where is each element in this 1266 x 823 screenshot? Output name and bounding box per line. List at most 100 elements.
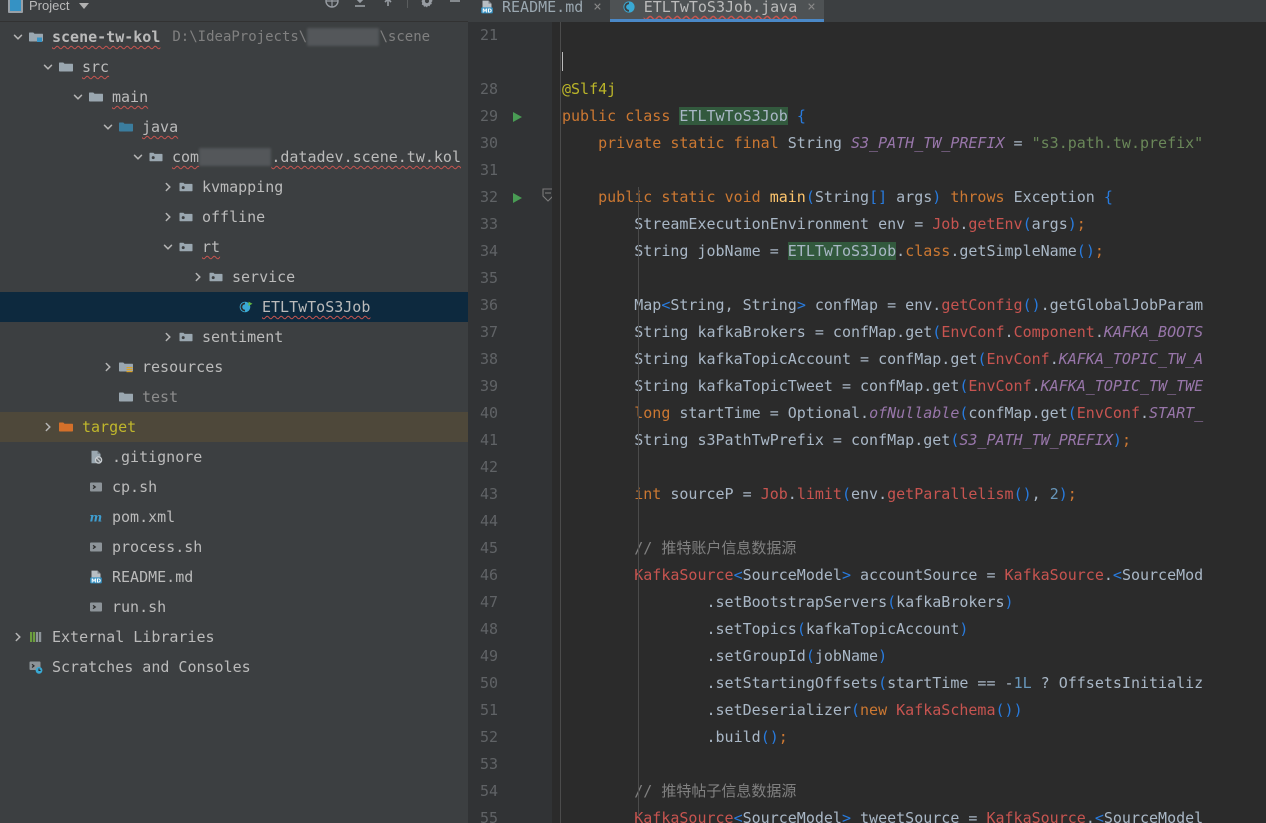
- gutter-line[interactable]: 45: [468, 535, 552, 562]
- gutter-line[interactable]: 31: [468, 157, 552, 184]
- gutter-line[interactable]: 55: [468, 805, 552, 823]
- gutter-line[interactable]: 28: [468, 76, 552, 103]
- gutter-line[interactable]: 39: [468, 373, 552, 400]
- tree-node-target[interactable]: target: [0, 412, 468, 442]
- tree-node-pom-xml[interactable]: m pom.xml: [0, 502, 468, 532]
- tree-node-rt[interactable]: rt: [0, 232, 468, 262]
- code-line[interactable]: [562, 22, 1266, 49]
- gutter-line[interactable]: 41: [468, 427, 552, 454]
- tree-node-gitignore[interactable]: .gitignore: [0, 442, 468, 472]
- tree-node-run-sh[interactable]: run.sh: [0, 592, 468, 622]
- tree-node-etltwtos3job[interactable]: ETLTwToS3Job: [0, 292, 468, 322]
- chevron-down-icon[interactable]: [100, 119, 116, 135]
- code-line[interactable]: public static void main(String[] args) t…: [562, 184, 1266, 211]
- gutter-line[interactable]: 52: [468, 724, 552, 751]
- code-line[interactable]: // 推特账户信息数据源: [562, 535, 1266, 562]
- code-line[interactable]: // 推特帖子信息数据源: [562, 778, 1266, 805]
- tree-node-scratches-and-consoles[interactable]: Scratches and Consoles: [0, 652, 468, 682]
- gutter-line[interactable]: 46: [468, 562, 552, 589]
- close-icon[interactable]: ×: [593, 0, 601, 15]
- chevron-down-icon[interactable]: [79, 2, 90, 9]
- gutter-line[interactable]: 44: [468, 508, 552, 535]
- editor-tab-bar[interactable]: MD README.md × ETLTwToS3Job.java ×: [468, 0, 1266, 22]
- tree-node-com[interactable]: com .datadev.scene.tw.kol: [0, 142, 468, 172]
- code-line[interactable]: KafkaSource<SourceModel> accountSource =…: [562, 562, 1266, 589]
- chevron-right-icon[interactable]: [190, 269, 206, 285]
- chevron-right-icon[interactable]: [10, 629, 26, 645]
- code-line[interactable]: @Slf4j: [562, 76, 1266, 103]
- chevron-down-icon[interactable]: [130, 149, 146, 165]
- gutter-line[interactable]: 51: [468, 697, 552, 724]
- editor-gutter[interactable]: 21 28 29 30 31 32 33 34 35 36 37 38 39 40 41 42 43 44 45 46…: [468, 22, 554, 823]
- code-line[interactable]: long startTime = Optional.ofNullable(con…: [562, 400, 1266, 427]
- run-gutter-icon[interactable]: [510, 110, 524, 128]
- hide-tool-window-icon[interactable]: [446, 0, 464, 10]
- gutter-line[interactable]: 50: [468, 670, 552, 697]
- gutter-line[interactable]: [468, 49, 552, 76]
- chevron-right-icon[interactable]: [100, 359, 116, 375]
- tree-node-sentiment[interactable]: sentiment: [0, 322, 468, 352]
- tree-node-readme-md[interactable]: MD README.md: [0, 562, 468, 592]
- gutter-line[interactable]: 49: [468, 643, 552, 670]
- code-line[interactable]: public class ETLTwToS3Job {: [562, 103, 1266, 130]
- code-line[interactable]: .setBootstrapServers(kafkaBrokers): [562, 589, 1266, 616]
- run-gutter-icon[interactable]: [510, 191, 524, 209]
- tree-node-service[interactable]: service: [0, 262, 468, 292]
- gutter-line[interactable]: 33: [468, 211, 552, 238]
- gutter-line[interactable]: 30: [468, 130, 552, 157]
- gutter-line[interactable]: 43: [468, 481, 552, 508]
- code-line[interactable]: int sourceP = Job.limit(env.getParalleli…: [562, 481, 1266, 508]
- tree-node-cp-sh[interactable]: cp.sh: [0, 472, 468, 502]
- code-line[interactable]: KafkaSource<SourceModel> tweetSource = K…: [562, 805, 1266, 823]
- gutter-line[interactable]: 32: [468, 184, 554, 211]
- chevron-right-icon[interactable]: [40, 419, 56, 435]
- tree-node-external-libraries[interactable]: External Libraries: [0, 622, 468, 652]
- code-line[interactable]: String jobName = ETLTwToS3Job.class.getS…: [562, 238, 1266, 265]
- tree-node-main[interactable]: main: [0, 82, 468, 112]
- code-line[interactable]: [562, 508, 1266, 535]
- editor-text[interactable]: @Slf4j public class ETLTwToS3Job { privat…: [552, 22, 1266, 823]
- gutter-line[interactable]: 29: [468, 103, 552, 130]
- chevron-down-icon[interactable]: [10, 29, 26, 45]
- code-line[interactable]: StreamExecutionEnvironment env = Job.get…: [562, 211, 1266, 238]
- gutter-line[interactable]: 34: [468, 238, 552, 265]
- gutter-line[interactable]: 36: [468, 292, 552, 319]
- project-view-selector[interactable]: Project: [0, 0, 90, 13]
- gutter-line[interactable]: 35: [468, 265, 552, 292]
- chevron-right-icon[interactable]: [160, 329, 176, 345]
- gutter-line[interactable]: 47: [468, 589, 552, 616]
- code-line[interactable]: Map<String, String> confMap = env.getCon…: [562, 292, 1266, 319]
- gutter-line[interactable]: 42: [468, 454, 552, 481]
- gutter-line[interactable]: 38: [468, 346, 552, 373]
- editor-tab-readme-md[interactable]: MD README.md ×: [468, 0, 610, 22]
- tree-node-src[interactable]: src: [0, 52, 468, 82]
- close-icon[interactable]: ×: [807, 0, 815, 15]
- chevron-right-icon[interactable]: [160, 179, 176, 195]
- project-tree[interactable]: scene-tw-kol D:\IdeaProjects\ \scene src ma…: [0, 22, 468, 823]
- gutter-line[interactable]: 53: [468, 751, 552, 778]
- code-line[interactable]: .setTopics(kafkaTopicAccount): [562, 616, 1266, 643]
- code-line[interactable]: String kafkaBrokers = confMap.get(EnvCon…: [562, 319, 1266, 346]
- tree-node-process-sh[interactable]: process.sh: [0, 532, 468, 562]
- settings-gear-icon[interactable]: [418, 0, 436, 10]
- code-line[interactable]: String s3PathTwPrefix = confMap.get(S3_P…: [562, 427, 1266, 454]
- gutter-line[interactable]: 54: [468, 778, 552, 805]
- code-line[interactable]: .setDeserializer(new KafkaSchema()): [562, 697, 1266, 724]
- code-line[interactable]: String kafkaTopicAccount = confMap.get(E…: [562, 346, 1266, 373]
- tree-node-java[interactable]: java: [0, 112, 468, 142]
- chevron-down-icon[interactable]: [70, 89, 86, 105]
- code-line[interactable]: [562, 157, 1266, 184]
- code-line[interactable]: [562, 265, 1266, 292]
- chevron-down-icon[interactable]: [160, 239, 176, 255]
- tree-node-resources[interactable]: resources: [0, 352, 468, 382]
- code-line[interactable]: .setGroupId(jobName): [562, 643, 1266, 670]
- code-line[interactable]: String kafkaTopicTweet = confMap.get(Env…: [562, 373, 1266, 400]
- tree-node-offline[interactable]: offline: [0, 202, 468, 232]
- tree-node-scene-tw-kol[interactable]: scene-tw-kol D:\IdeaProjects\ \scene: [0, 22, 468, 52]
- code-line[interactable]: private static final String S3_PATH_TW_P…: [562, 130, 1266, 157]
- tree-node-test[interactable]: test: [0, 382, 468, 412]
- gutter-line[interactable]: 40: [468, 400, 552, 427]
- code-line[interactable]: .setStartingOffsets(startTime == -1L ? O…: [562, 670, 1266, 697]
- expand-all-icon[interactable]: [379, 0, 397, 10]
- gutter-line[interactable]: 48: [468, 616, 552, 643]
